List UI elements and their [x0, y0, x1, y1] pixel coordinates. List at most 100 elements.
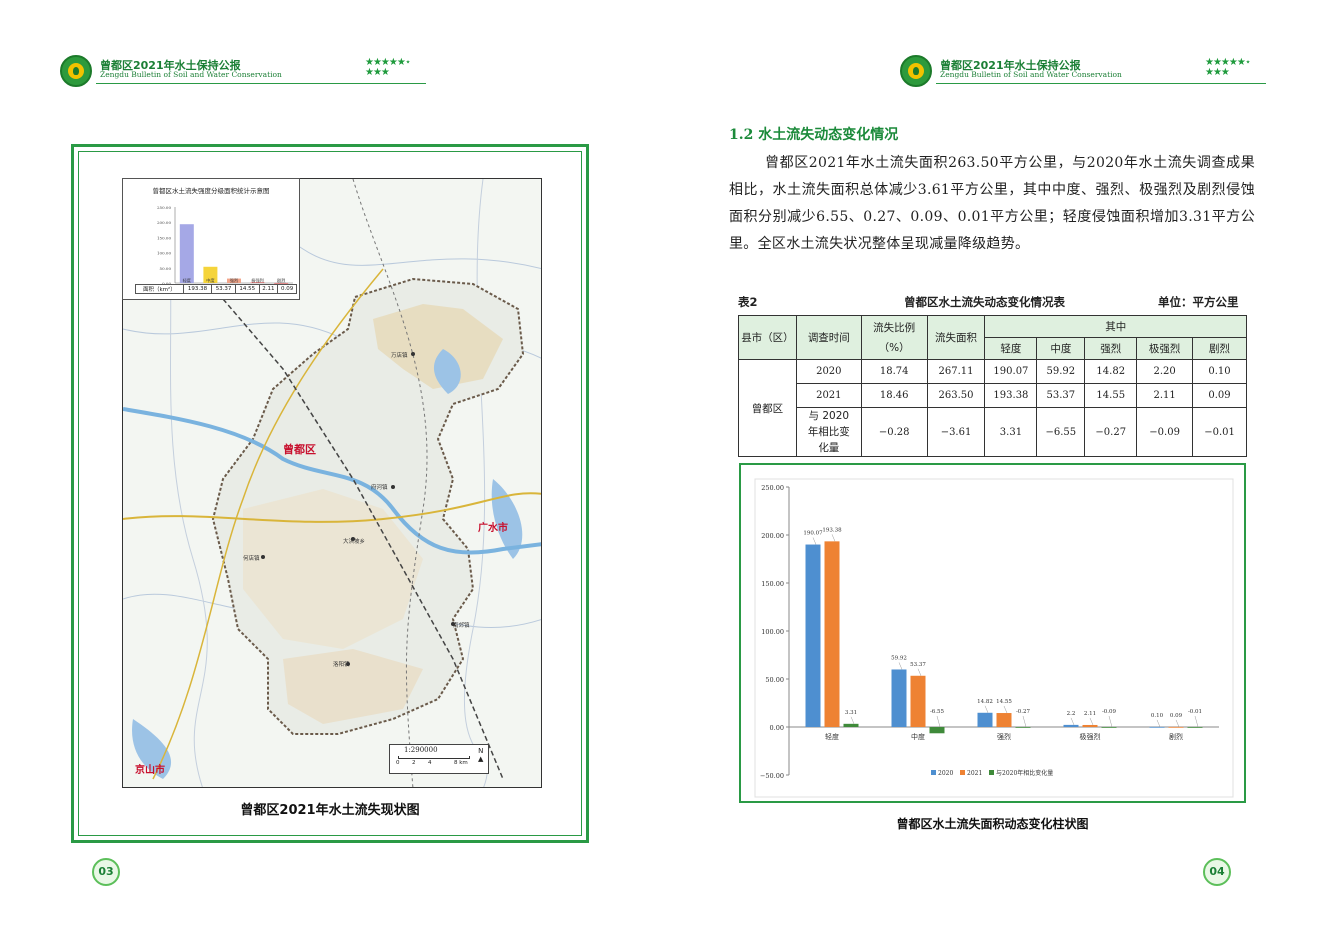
inset-category: 极强烈 [251, 277, 264, 284]
td-cell: 14.55 [1084, 383, 1138, 408]
inset-value: 0.09 [277, 284, 297, 294]
inset-value: 2.11 [258, 284, 279, 294]
bar-chart-frame: 250.00 200.00 150.00 100.00 50.00 0.00 −50.00 1… [739, 463, 1246, 803]
north-arrow-icon: N ▲ [478, 747, 484, 763]
page-header-right: 曾都区2021年水土保持公报 Zengdu Bulletin of Soil a… [900, 55, 1266, 89]
data-label-leader [831, 534, 836, 542]
td-cell: −3.61 [926, 407, 986, 457]
inset-row-label: 面积（km²） [135, 284, 184, 294]
data-label: 2.11 [1084, 711, 1096, 717]
inset-y-tick: 250.00 [157, 205, 171, 210]
body-paragraph: 曾都区2021年水土流失面积263.50平方公里，与2020年水土流失调查成果相… [729, 155, 1255, 252]
td-cell: 267.11 [926, 359, 986, 384]
page-number-left: 03 [92, 858, 120, 886]
inset-bar [179, 224, 194, 283]
data-label: 3.31 [845, 710, 857, 716]
td-cell: 18.46 [860, 383, 928, 408]
data-label-leader [1003, 705, 1008, 714]
td-cell: −0.28 [860, 407, 928, 457]
scale-line [398, 756, 470, 759]
legend-swatch [960, 770, 965, 775]
data-label: 190.07 [803, 531, 823, 537]
legend-swatch [989, 770, 994, 775]
data-label: 59.92 [891, 655, 907, 661]
page-header-left: 曾都区2021年水土保持公报 Zengdu Bulletin of Soil a… [60, 55, 426, 89]
inset-category: 中度 [206, 277, 215, 284]
th-moderate: 中度 [1036, 337, 1086, 360]
table-label: 表2 [738, 295, 758, 309]
td-cell: 263.50 [926, 383, 986, 408]
y-tick-label: 100.00 [761, 628, 784, 636]
td-cell: 3.31 [984, 407, 1038, 457]
data-label: 53.37 [910, 662, 926, 668]
y-tick-label: 0.00 [770, 724, 784, 732]
inset-y-tick: 100.00 [157, 251, 171, 256]
chart-bar [910, 675, 926, 727]
td-cell: 59.92 [1036, 359, 1086, 384]
td-cell: −0.01 [1192, 407, 1247, 457]
x-category-label: 剧烈 [1169, 732, 1183, 741]
section-title: 1.2 水土流失动态变化情况 [729, 127, 899, 143]
inset-value: 193.38 [182, 284, 213, 294]
scale-tick: 2 [412, 760, 416, 766]
data-label-leader [917, 668, 922, 676]
th-severe: 剧烈 [1192, 337, 1247, 360]
th-among: 其中 [984, 315, 1247, 338]
legend-label: 2020 [938, 770, 953, 777]
td-time: 2021 [795, 383, 862, 408]
chart-bar [1015, 727, 1031, 728]
map-label-town: 万店镇 [391, 353, 408, 359]
y-tick-label: 50.00 [765, 676, 784, 684]
y-tick-label: 250.00 [761, 484, 784, 492]
data-label: -6.55 [930, 709, 945, 715]
chart-bar [1063, 724, 1079, 727]
data-label-leader [1022, 715, 1027, 728]
td-cell: −0.27 [1084, 407, 1138, 457]
data-label: 14.55 [996, 699, 1012, 705]
map-label-guangshui: 广水市 [478, 523, 508, 534]
chart-bar [1168, 726, 1184, 728]
td-cell: 0.09 [1192, 383, 1247, 408]
td-cell: 2.20 [1136, 359, 1194, 384]
td-cell: −0.09 [1136, 407, 1194, 457]
td-cell: 190.07 [984, 359, 1038, 384]
chart-bar [977, 712, 993, 727]
map-label-town: 南郊镇 [453, 623, 470, 629]
th-ratio: 流失比例（%） [860, 315, 928, 360]
map-label-town: 何店镇 [243, 556, 260, 562]
data-label-leader [898, 662, 903, 670]
header-subtitle: Zengdu Bulletin of Soil and Water Conser… [100, 70, 282, 79]
scale-tick: 0 [396, 760, 400, 766]
th-time: 调查时间 [795, 315, 862, 360]
chart-bar [1149, 726, 1165, 728]
data-label-leader [1175, 719, 1180, 728]
table-row: 曾都区 2020 18.74 267.11 190.07 59.92 14.82… [738, 359, 1247, 457]
data-label: -0.01 [1188, 709, 1202, 715]
inset-category: 轻度 [183, 277, 192, 284]
chart-bar [1082, 724, 1098, 727]
td-cell: −6.55 [1036, 407, 1086, 457]
chart-bar [929, 727, 945, 734]
data-label: 0.09 [1170, 713, 1183, 719]
table-unit: 单位：平方公里 [1158, 295, 1239, 309]
inset-value: 53.37 [211, 284, 236, 294]
td-cell: 193.38 [984, 383, 1038, 408]
bulletin-logo-icon [60, 55, 92, 87]
x-category-label: 极强烈 [1080, 732, 1101, 741]
inset-y-tick: 50.00 [160, 266, 172, 271]
map-caption: 曾都区2021年水土流失现状图 [240, 803, 420, 818]
erosion-bar-chart: 250.00 200.00 150.00 100.00 50.00 0.00 −50.00 1… [754, 478, 1234, 798]
map-label-district: 曾都区 [283, 443, 316, 456]
inset-y-tick: 150.00 [157, 235, 171, 240]
inset-table: 面积（km²） 193.38 53.37 14.55 2.11 0.09 [135, 284, 297, 294]
data-label-leader [1070, 717, 1075, 725]
chart-bar [805, 544, 821, 727]
chart-bar [996, 713, 1012, 727]
table-row: 与 2020 年相比变化量 −0.28 −3.61 3.31 −6.55 −0.… [739, 407, 1247, 457]
inset-y-tick: 200.00 [157, 220, 171, 225]
th-area: 流失面积 [926, 315, 986, 360]
td-cell: 2.11 [1136, 383, 1194, 408]
th-county: 县市（区） [738, 315, 797, 360]
map-scale-bar: 1:290000 0 2 4 8 km N ▲ [389, 744, 489, 774]
td-time: 与 2020 年相比变化量 [795, 407, 862, 457]
